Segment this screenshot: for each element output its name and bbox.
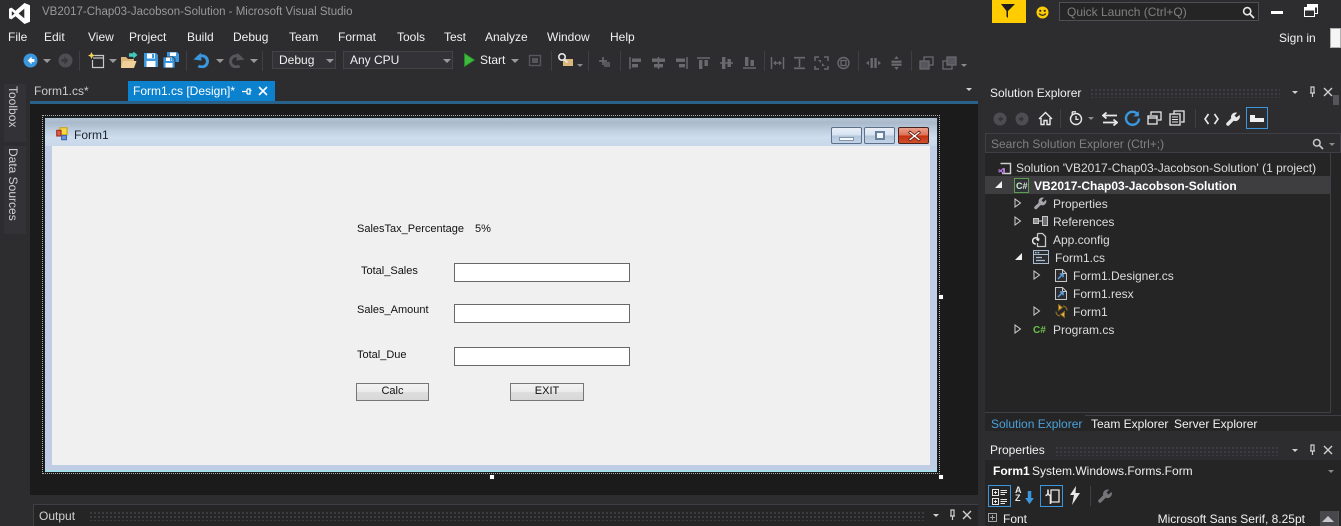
svg-text:C#: C# (1033, 325, 1046, 336)
svg-text:C#: C# (1016, 181, 1028, 191)
